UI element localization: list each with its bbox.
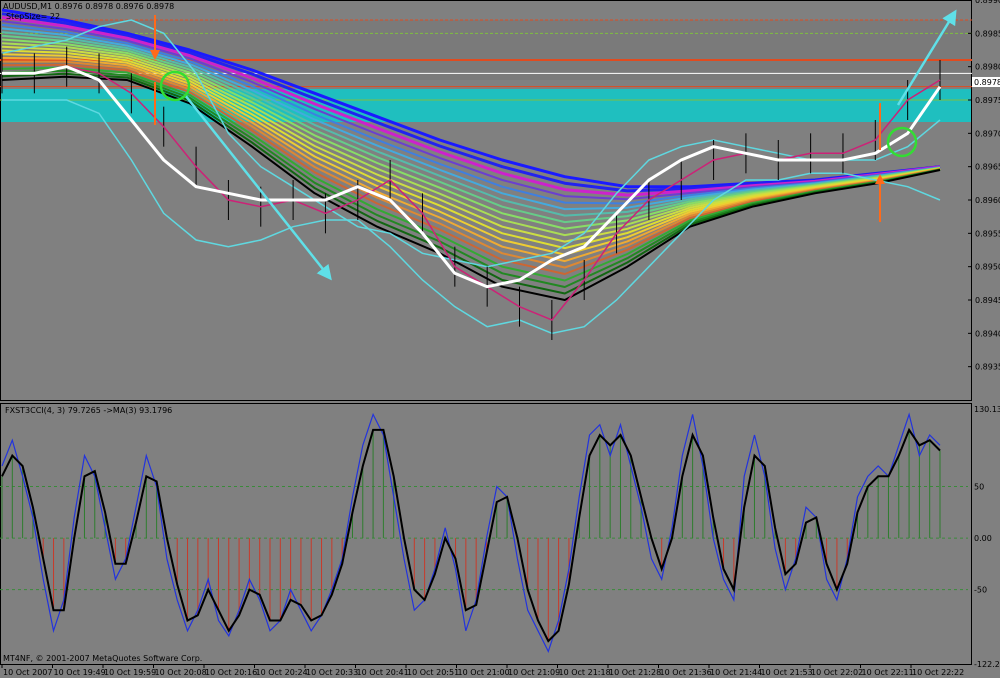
y-tick-label: 0.8935 (975, 363, 1000, 372)
y-tick-label: 0.8940 (975, 329, 1000, 338)
ind-y-tick-label: 50 (974, 483, 984, 492)
chart-canvas[interactable]: 0.8990 0.8985 0.8980 0.8975 0.8970 0.8965 0.89… (0, 0, 1000, 678)
y-tick-label: 0.8975 (975, 96, 1000, 105)
x-tick-label: 10 Oct 19:49 (54, 668, 106, 677)
symbol-title: AUDUSD,M1 0.8976 0.8978 0.8976 0.8978 (3, 2, 174, 11)
ind-y-tick-label: 0.00 (974, 534, 992, 543)
y-tick-label: 0.8965 (975, 163, 1000, 172)
ind-y-tick-label: -50 (974, 586, 987, 595)
ind-y-tick-label: 130.13 (974, 405, 1000, 414)
indicator-histogram (1, 429, 941, 642)
x-tick-label: 10 Oct 19:59 (104, 668, 156, 677)
y-tick-label: 0.8980 (975, 63, 1000, 72)
price-badge: 0.8978 (974, 78, 1000, 87)
y-tick-label: 0.8955 (975, 229, 1000, 238)
y-tick-label: 0.8990 (975, 0, 1000, 5)
x-tick-label: 10 Oct 20:08 (155, 668, 207, 677)
indicator-levels (0, 486, 968, 591)
x-tick-label: 10 Oct 21:53 (761, 668, 813, 677)
ma-path (1, 427, 941, 643)
ind-y-tick-label: -122.23 (974, 660, 1000, 669)
x-tick-label: 10 Oct 22:22 (912, 668, 964, 677)
cyan-zone (0, 89, 972, 122)
x-tick-label: 10 Oct 20:41 (357, 668, 409, 677)
x-tick-label: 10 Oct 20:16 (205, 668, 257, 677)
x-tick-label: 10 Oct 21:00 (458, 668, 510, 677)
cci-line (1, 412, 941, 653)
cci-ma-line (1, 427, 941, 643)
y-tick-label: 0.8945 (975, 296, 1000, 305)
time-axis: 10 Oct 2007 10 Oct 19:4910 Oct 19:5910 Oc… (1, 664, 964, 677)
y-tick-label: 0.8970 (975, 129, 1000, 138)
copyright-text: MT4NF, © 2001-2007 MetaQuotes Software C… (3, 654, 202, 663)
main-y-axis: 0.8990 0.8985 0.8980 0.8975 0.8970 0.8965 0.89… (968, 0, 1000, 372)
y-tick-label: 0.8950 (975, 263, 1000, 272)
x-tick-label: 10 Oct 2007 (3, 668, 52, 677)
x-tick-label: 10 Oct 21:44 (710, 668, 762, 677)
y-tick-label: 0.8985 (975, 29, 1000, 38)
chart-window: 0.8990 0.8985 0.8980 0.8975 0.8970 0.8965 0.89… (0, 0, 1000, 678)
y-tick-label: 0.8960 (975, 196, 1000, 205)
x-tick-label: 10 Oct 20:24 (256, 668, 308, 677)
x-tick-label: 10 Oct 21:36 (660, 668, 712, 677)
step-label: StepSize= 22 (6, 12, 60, 21)
x-tick-label: 10 Oct 21:28 (609, 668, 661, 677)
x-tick-label: 10 Oct 21:18 (559, 668, 611, 677)
x-tick-label: 10 Oct 20:33 (306, 668, 358, 677)
x-tick-label: 10 Oct 22:02 (811, 668, 863, 677)
indicator-title: FXST3CCI(4, 3) 79.7265 ->MA(3) 93.1796 (5, 406, 172, 415)
x-tick-label: 10 Oct 20:51 (407, 668, 459, 677)
x-tick-label: 10 Oct 22:11 (862, 668, 914, 677)
indicator-y-axis: 130.13 50 0.00 -50 -122.23 (974, 405, 1000, 669)
cci-path (1, 412, 941, 653)
x-tick-label: 10 Oct 21:09 (508, 668, 560, 677)
